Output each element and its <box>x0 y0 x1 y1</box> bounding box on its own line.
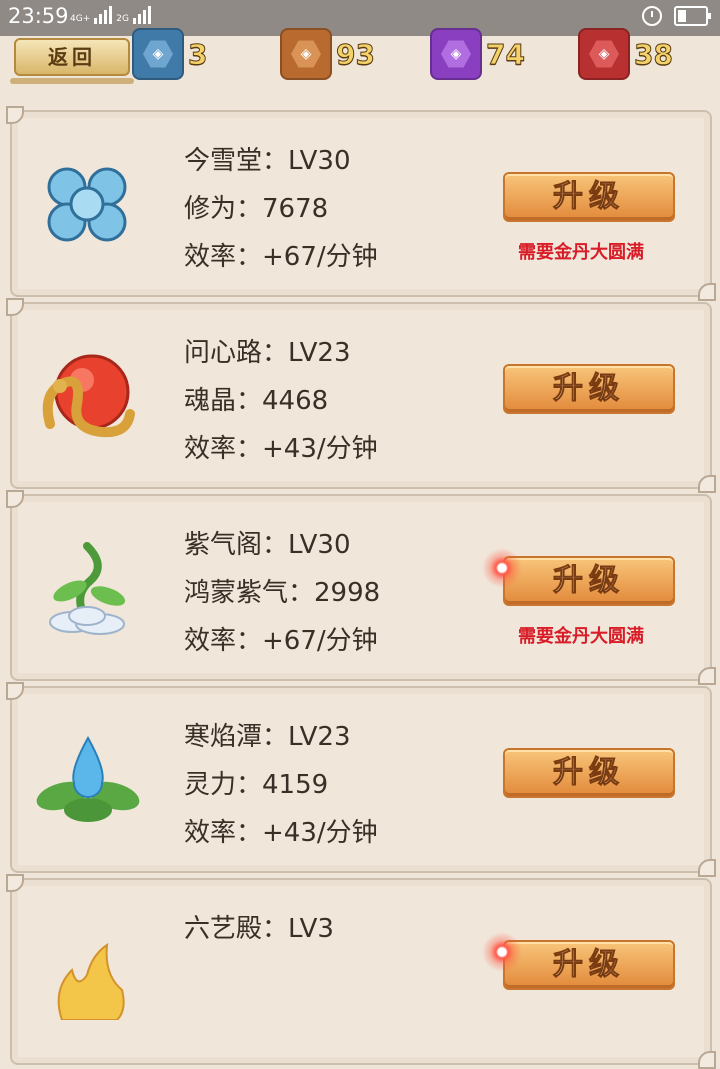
network-indicator: 4G+ 2G <box>70 4 151 24</box>
building-resource: 鸿蒙紫气：2998 <box>184 578 381 608</box>
signal-bars-icon <box>132 4 151 24</box>
currency-amount: 3 <box>187 37 208 71</box>
building-card: 紫气阁：LV30 鸿蒙紫气：2998 效率：+67/分钟 升级 需要金丹大圆满 <box>6 490 716 685</box>
currency-item: ◈ 93 <box>280 28 375 80</box>
back-button[interactable]: 返回 <box>10 38 134 84</box>
building-rate: 效率：+67/分钟 <box>184 242 378 272</box>
currency-amount: 38 <box>634 37 674 71</box>
building-name-level: 今雪堂：LV30 <box>184 146 351 176</box>
building-name-level: 寒焰潭：LV23 <box>184 722 351 752</box>
building-card: 寒焰潭：LV23 灵力：4159 效率：+43/分钟 升级 <box>6 682 716 877</box>
alarm-icon <box>642 6 662 26</box>
network-type-2: 2G <box>116 14 129 24</box>
upgrade-requirement: 需要金丹大圆满 <box>518 242 644 263</box>
network-type-1: 4G+ <box>70 14 91 24</box>
building-name-level: 紫气阁：LV30 <box>184 530 351 560</box>
building-resource: 魂晶：4468 <box>184 386 329 416</box>
upgrade-requirement: 需要金丹大圆满 <box>518 626 644 647</box>
building-card: 问心路：LV23 魂晶：4468 效率：+43/分钟 升级 <box>6 298 716 493</box>
blue-cloud-knot-icon <box>47 167 127 242</box>
sparkle-icon <box>482 932 522 972</box>
bronze-gem-icon: ◈ <box>280 28 332 80</box>
battery-icon <box>674 6 711 26</box>
building-resource: 修为：7678 <box>184 194 329 224</box>
currency-item: ◈ 3 <box>132 28 208 80</box>
building-card: 今雪堂：LV30 修为：7678 效率：+67/分钟 升级 需要金丹大圆满 <box>6 106 716 301</box>
building-name-level: 六艺殿：LV3 <box>184 914 334 944</box>
building-rate: 效率：+67/分钟 <box>184 626 378 656</box>
building-rate: 效率：+43/分钟 <box>184 818 378 848</box>
water-drop-leaf-icon <box>36 735 140 822</box>
currency-item: ◈ 38 <box>578 28 673 80</box>
upgrade-button[interactable]: 升级 <box>503 940 675 990</box>
building-resource: 灵力：4159 <box>184 770 329 800</box>
upgrade-button[interactable]: 升级 <box>503 172 675 222</box>
building-rate: 效率：+43/分钟 <box>184 434 378 464</box>
status-time: 23:59 <box>8 4 69 28</box>
blue-gem-icon: ◈ <box>132 28 184 80</box>
currency-amount: 93 <box>336 37 376 71</box>
currency-amount: 74 <box>486 37 526 71</box>
upgrade-button[interactable]: 升级 <box>503 364 675 414</box>
currency-bar: 返回 ◈ 3 ◈ 93 ◈ 74 ◈ 38 <box>0 28 720 100</box>
currency-item: ◈ 74 <box>430 28 525 80</box>
building-card: 六艺殿：LV3 升级 <box>6 874 716 1069</box>
green-vine-cloud-icon <box>49 542 126 635</box>
sparkle-icon <box>482 548 522 588</box>
upgrade-button[interactable]: 升级 <box>503 556 675 606</box>
purple-gem-icon: ◈ <box>430 28 482 80</box>
building-name-level: 问心路：LV23 <box>184 338 351 368</box>
signal-bars-icon <box>94 4 113 24</box>
golden-flame-icon <box>57 942 125 1020</box>
upgrade-button[interactable]: 升级 <box>503 748 675 798</box>
red-gem-icon: ◈ <box>578 28 630 80</box>
golden-dragon-orb-icon <box>42 354 135 438</box>
